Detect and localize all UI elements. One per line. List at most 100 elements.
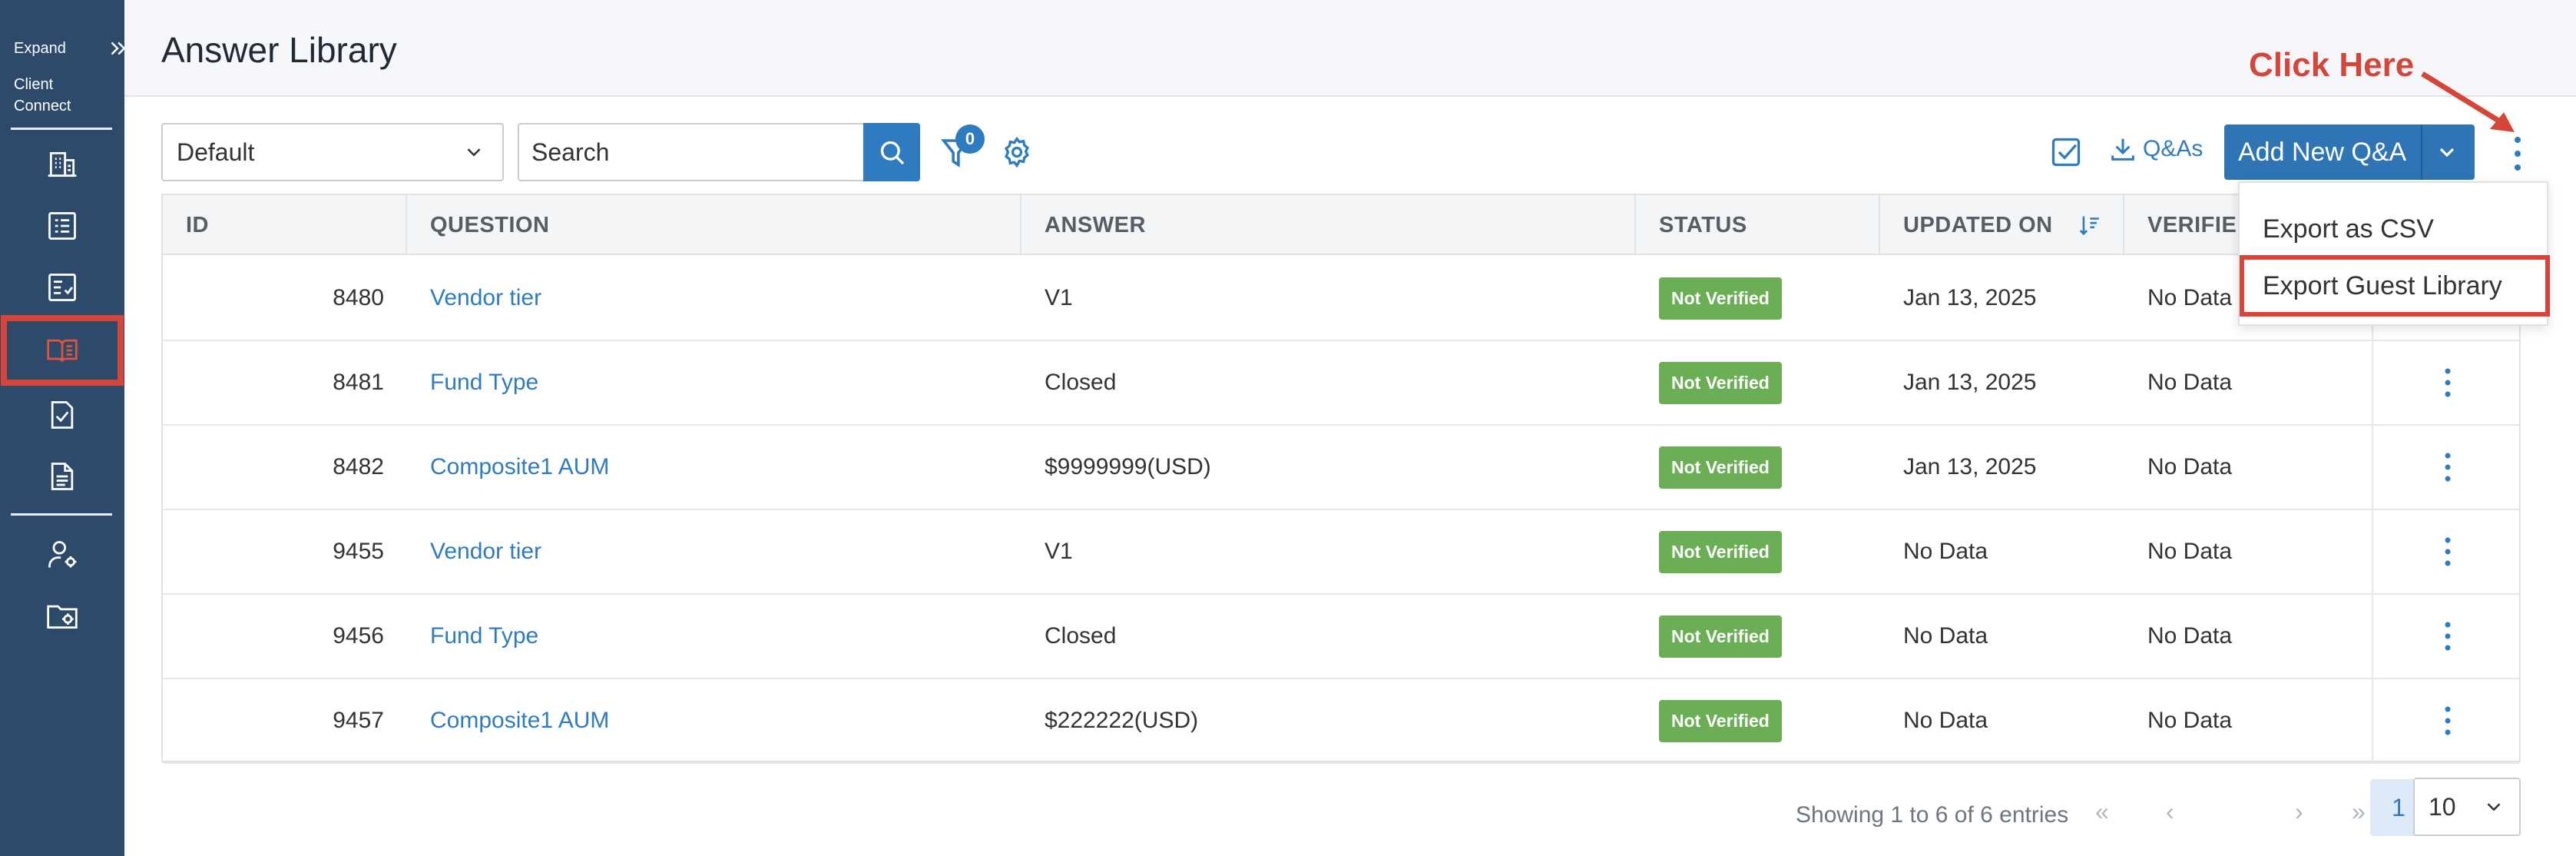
sidebar-item-answer-library[interactable] (1, 315, 124, 386)
select-all-checkbox-icon[interactable] (2049, 135, 2083, 169)
row-actions (2372, 340, 2522, 425)
document-icon (51, 463, 74, 490)
row-question-link[interactable]: Fund Type (407, 340, 1021, 425)
table-row: 9457 Composite1 AUM $222222(USD) Not Verifi… (163, 678, 2522, 764)
table-row: 8481 Fund Type Closed Not Verified Jan 13, 2… (163, 340, 2522, 426)
row-actions (2372, 425, 2522, 509)
row-more-options-icon[interactable] (2440, 450, 2455, 485)
list-icon (48, 212, 76, 240)
row-actions (2372, 594, 2522, 678)
row-status-cell: Not Verified (1636, 425, 1880, 509)
row-updated-on: No Data (1903, 623, 1988, 649)
sidebar-item-folder-settings[interactable] (0, 589, 124, 644)
row-status-cell: Not Verified (1636, 256, 1880, 340)
row-status-cell: Not Verified (1636, 678, 1880, 763)
row-answer: Closed (1045, 623, 1117, 649)
answer-table: ID QUESTION ANSWER STATUS UPDATED ON VER… (161, 194, 2522, 836)
row-id: 8480 (333, 285, 384, 310)
checklist-icon (48, 274, 76, 301)
expand-toggle[interactable]: Expand (14, 37, 129, 60)
view-select-value: Default (177, 138, 255, 166)
sidebar-item-doc-check[interactable] (0, 387, 124, 443)
export-csv-item[interactable]: Export as CSV (2240, 198, 2550, 260)
row-more-options-icon[interactable] (2440, 365, 2455, 400)
row-id: 8482 (333, 454, 384, 479)
last-page-button[interactable]: » (2352, 798, 2366, 826)
row-verified: No Data (2147, 454, 2233, 479)
next-page-button[interactable]: › (2295, 798, 2303, 826)
column-id[interactable]: ID (163, 195, 407, 255)
table-row: 8480 Vendor tier V1 Not Verified Jan 13, 202… (163, 256, 2519, 341)
table-row: 8482 Composite1 AUM $9999999(USD) Not Verif… (163, 425, 2522, 510)
sidebar-divider (11, 513, 112, 516)
row-question-link[interactable]: Vendor tier (407, 256, 1021, 340)
row-answer: Closed (1045, 370, 1117, 395)
row-more-options-icon[interactable] (2440, 619, 2455, 654)
row-question-link[interactable]: Composite1 AUM (407, 678, 1021, 763)
row-updated-on: Jan 13, 2025 (1903, 285, 2037, 310)
expand-label: Expand (14, 39, 66, 57)
folder-settings-icon (47, 605, 78, 629)
sidebar-item-list[interactable] (0, 198, 124, 254)
row-question-link[interactable]: Composite1 AUM (407, 425, 1021, 509)
building-icon (48, 151, 77, 178)
download-qa-button[interactable]: Q&As (2107, 134, 2203, 164)
prev-page-button[interactable]: ‹ (2166, 798, 2174, 826)
sidebar-item-document[interactable] (0, 449, 124, 504)
export-guest-library-item[interactable]: Export Guest Library (2240, 255, 2550, 317)
search-input[interactable] (519, 124, 863, 180)
status-badge: Not Verified (1659, 361, 1782, 404)
chevron-down-icon (467, 148, 481, 157)
sidebar-item-building[interactable] (0, 137, 124, 192)
column-status[interactable]: STATUS (1636, 195, 1880, 255)
row-updated-on: No Data (1903, 539, 1988, 564)
page-header: Answer Library (124, 0, 2576, 97)
document-check-icon (51, 401, 74, 429)
first-page-button[interactable]: « (2095, 798, 2109, 826)
row-verified: No Data (2147, 539, 2233, 564)
row-more-options-icon[interactable] (2440, 703, 2455, 738)
status-badge: Not Verified (1659, 615, 1782, 658)
sidebar-item-user-settings[interactable] (0, 527, 124, 582)
column-updated-on[interactable]: UPDATED ON (1880, 195, 2124, 255)
button-separator (2421, 124, 2422, 180)
table-row: 9456 Fund Type Closed Not Verified No Data No… (163, 594, 2522, 679)
row-status-cell: Not Verified (1636, 509, 1880, 594)
download-qa-label: Q&As (2143, 136, 2204, 161)
row-updated-on: Jan 13, 2025 (1903, 454, 2037, 479)
row-verified: No Data (2147, 708, 2233, 733)
row-actions (2372, 678, 2522, 763)
status-badge: Not Verified (1659, 446, 1782, 489)
row-more-options-icon[interactable] (2440, 534, 2455, 569)
page-size-select[interactable]: 10 (2413, 778, 2521, 836)
sidebar-item-checklist[interactable] (0, 260, 124, 315)
status-badge: Not Verified (1659, 699, 1782, 742)
column-question[interactable]: QUESTION (407, 195, 1021, 255)
add-new-qa-button[interactable]: Add New Q&A (2224, 124, 2475, 180)
table-row: 9455 Vendor tier V1 Not Verified No Data No D… (163, 509, 2522, 595)
page-title: Answer Library (161, 30, 397, 70)
client-connect-label: Client Connect (14, 76, 71, 114)
row-status-cell: Not Verified (1636, 340, 1880, 425)
row-id: 9457 (333, 708, 384, 733)
more-options-menu: Export as CSV Export Guest Library (2238, 181, 2550, 326)
row-question-link[interactable]: Vendor tier (407, 509, 1021, 594)
filter-count-badge: 0 (955, 124, 985, 154)
download-icon (2111, 138, 2134, 161)
row-id: 9456 (333, 623, 384, 649)
row-actions (2372, 509, 2522, 594)
user-settings-icon (48, 541, 77, 568)
row-question-link[interactable]: Fund Type (407, 594, 1021, 678)
row-answer: V1 (1045, 285, 1073, 310)
chevron-down-icon[interactable] (2435, 140, 2459, 164)
table-header: ID QUESTION ANSWER STATUS UPDATED ON VER… (163, 195, 2519, 255)
view-select[interactable]: Default (161, 123, 504, 181)
gear-icon[interactable] (1000, 135, 1034, 169)
row-answer: $222222(USD) (1045, 708, 1199, 733)
click-here-annotation: Click Here (2249, 46, 2415, 84)
column-answer[interactable]: ANSWER (1021, 195, 1636, 255)
search-box (518, 123, 920, 181)
sort-descending-icon[interactable] (2076, 212, 2102, 238)
search-button[interactable] (863, 123, 920, 181)
more-options-icon[interactable] (2502, 131, 2533, 177)
